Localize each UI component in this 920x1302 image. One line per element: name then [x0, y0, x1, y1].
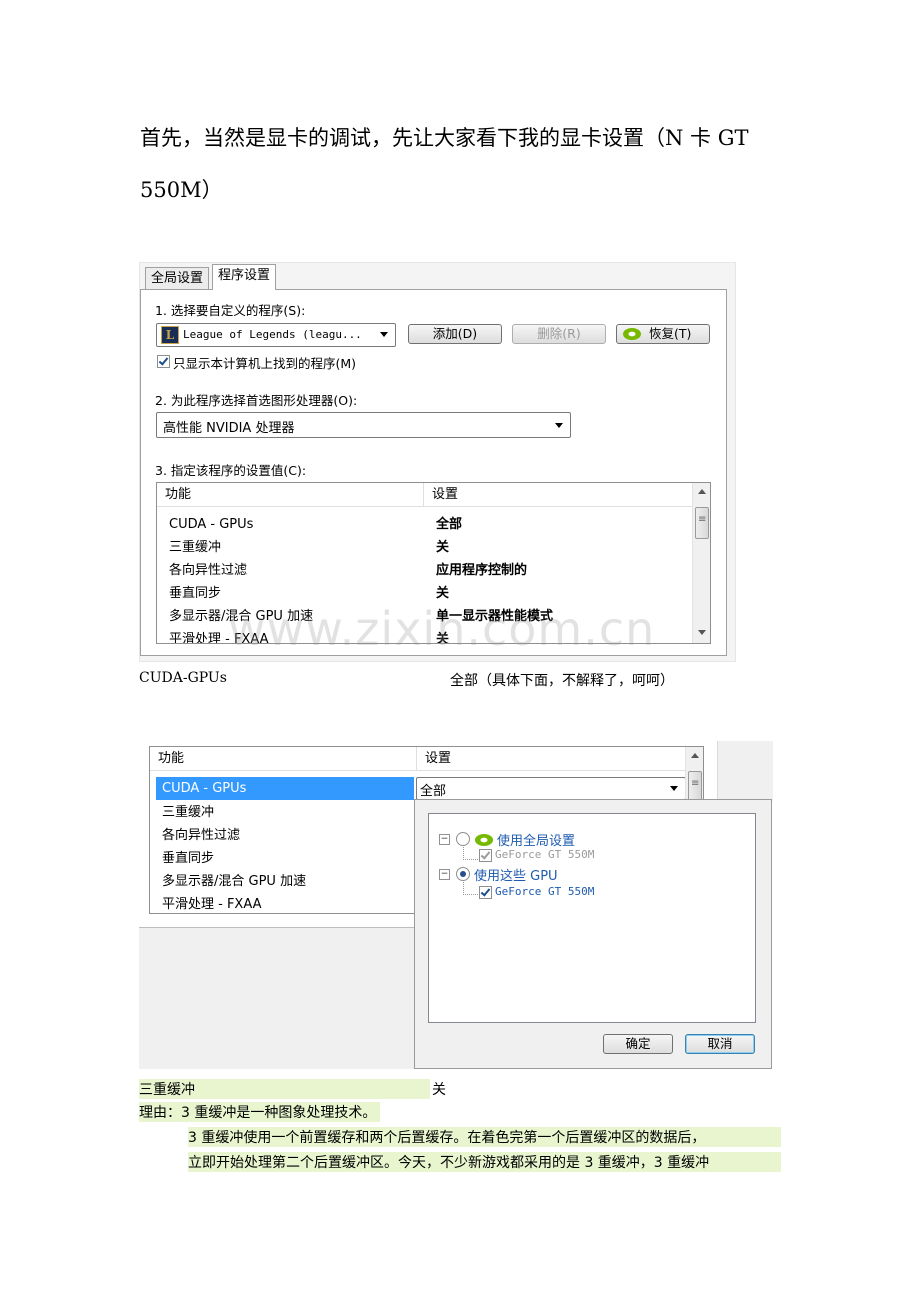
radio-use-global[interactable]	[456, 832, 470, 846]
scroll-down-icon[interactable]	[698, 630, 706, 635]
league-of-legends-icon: L	[161, 326, 179, 344]
program-settings-panel: 1. 选择要自定义的程序(S): L League of Legends (le…	[140, 289, 727, 656]
cuda-gpus-select-value: 全部	[420, 784, 447, 799]
table-row-feature[interactable]: 垂直同步	[169, 582, 221, 605]
column-header-feature[interactable]: 功能	[157, 483, 424, 507]
delete-button[interactable]: 删除(R)	[512, 324, 606, 344]
step3-label: 3. 指定该程序的设置值(C):	[155, 463, 307, 478]
selected-gpu-checkbox[interactable]	[479, 886, 492, 899]
tree-connector	[463, 882, 478, 895]
scroll-up-icon[interactable]	[691, 753, 699, 758]
caption2-left: 三重缓冲	[139, 1079, 430, 1099]
scroll-thumb[interactable]	[695, 507, 709, 539]
preferred-gpu-select[interactable]: 高性能 NVIDIA 处理器	[156, 412, 571, 438]
nvidia-icon	[475, 834, 493, 846]
watermark: www.zixin.com.cn	[228, 602, 656, 656]
vertical-scrollbar[interactable]	[692, 483, 710, 643]
gpu-tree[interactable]: − 使用全局设置 GeForce GT 550M − 使用这些 GPU GeFo…	[428, 813, 756, 1023]
global-gpu-label: GeForce GT 550M	[495, 848, 595, 861]
background-edge	[717, 741, 773, 801]
caption1-left: CUDA-GPUs	[139, 670, 227, 686]
tab-global-settings[interactable]: 全局设置	[145, 267, 210, 290]
table-row[interactable]: 垂直同步	[162, 847, 214, 870]
caption1-right: 全部（具体下面，不解释了，呵呵）	[450, 673, 674, 689]
use-these-gpus-option[interactable]: 使用这些 GPU	[474, 865, 558, 884]
gpu-selection-popup: − 使用全局设置 GeForce GT 550M − 使用这些 GPU GeFo…	[414, 799, 772, 1069]
chevron-down-icon	[380, 332, 388, 337]
caption2-right: 关	[432, 1082, 446, 1098]
collapse-icon[interactable]: −	[439, 869, 450, 880]
table-row-feature[interactable]: 各向异性过滤	[169, 559, 247, 582]
table-row[interactable]: 各向异性过滤	[162, 824, 240, 847]
cuda-gpus-select[interactable]: 全部	[416, 777, 686, 800]
paragraph-line-2: 立即开始处理第二个后置缓冲区。今天，不少新游戏都采用的是 3 重缓冲，3 重缓冲	[188, 1152, 781, 1172]
column-header-feature[interactable]: 功能	[150, 747, 417, 771]
restore-button[interactable]: 恢复(T)	[616, 324, 710, 344]
table-row[interactable]: 平滑处理 - FXAA	[162, 893, 262, 913]
only-local-label: 只显示本计算机上找到的程序(M)	[173, 356, 357, 371]
step2-label: 2. 为此程序选择首选图形处理器(O):	[155, 393, 358, 408]
collapse-icon[interactable]: −	[439, 834, 450, 845]
chevron-down-icon	[670, 786, 678, 791]
intro-line-2: 550M）	[140, 178, 223, 202]
radio-use-these[interactable]	[456, 867, 470, 881]
table-row-feature[interactable]: 三重缓冲	[169, 536, 221, 559]
table-row-setting[interactable]: 应用程序控制的	[436, 559, 527, 582]
cancel-button[interactable]: 取消	[685, 1034, 755, 1054]
ok-button[interactable]: 确定	[603, 1034, 673, 1054]
add-button[interactable]: 添加(D)	[408, 324, 502, 344]
table-row-selected[interactable]: CUDA - GPUs	[156, 777, 414, 800]
paragraph-line-1: 3 重缓冲使用一个前置缓存和两个后置缓存。在着色完第一个后置缓冲区的数据后，	[188, 1127, 781, 1147]
column-header-setting[interactable]: 设置	[417, 747, 686, 771]
background-panel	[139, 927, 414, 1069]
table-row-setting[interactable]: 全部	[436, 513, 462, 536]
step1-label: 1. 选择要自定义的程序(S):	[155, 303, 306, 318]
cuda-gpus-screenshot: 功能 设置 CUDA - GPUs 全部 三重缓冲 各向异性过滤 垂直同步 多显…	[139, 741, 773, 1069]
selected-gpu-label[interactable]: GeForce GT 550M	[495, 885, 594, 898]
intro-paragraph: 首先，当然是显卡的调试，先让大家看下我的显卡设置（N 卡 GT 550M）	[140, 112, 780, 216]
column-header-setting[interactable]: 设置	[424, 483, 693, 507]
intro-line-1: 首先，当然是显卡的调试，先让大家看下我的显卡设置（N 卡 GT	[140, 126, 749, 150]
table-row[interactable]: 多显示器/混合 GPU 加速	[162, 870, 306, 893]
restore-button-label: 恢复(T)	[649, 326, 692, 341]
chevron-down-icon	[555, 423, 563, 428]
preferred-gpu-value: 高性能 NVIDIA 处理器	[163, 421, 295, 436]
table-row-setting[interactable]: 关	[436, 536, 449, 559]
program-select[interactable]: L League of Legends (leagu...	[156, 323, 396, 347]
tab-program-settings[interactable]: 程序设置	[212, 264, 277, 290]
scroll-up-icon[interactable]	[698, 489, 706, 494]
program-select-value: League of Legends (leagu...	[183, 328, 362, 341]
table-row[interactable]: 三重缓冲	[162, 801, 214, 824]
use-global-settings-option[interactable]: 使用全局设置	[497, 830, 575, 849]
table-row-feature[interactable]: CUDA - GPUs	[169, 513, 253, 536]
global-gpu-checkbox	[479, 849, 492, 862]
reason-line: 理由：3 重缓冲是一种图象处理技术。	[139, 1102, 381, 1122]
only-local-checkbox[interactable]	[157, 355, 170, 368]
nvidia-icon	[623, 328, 641, 340]
tree-connector	[463, 847, 478, 860]
